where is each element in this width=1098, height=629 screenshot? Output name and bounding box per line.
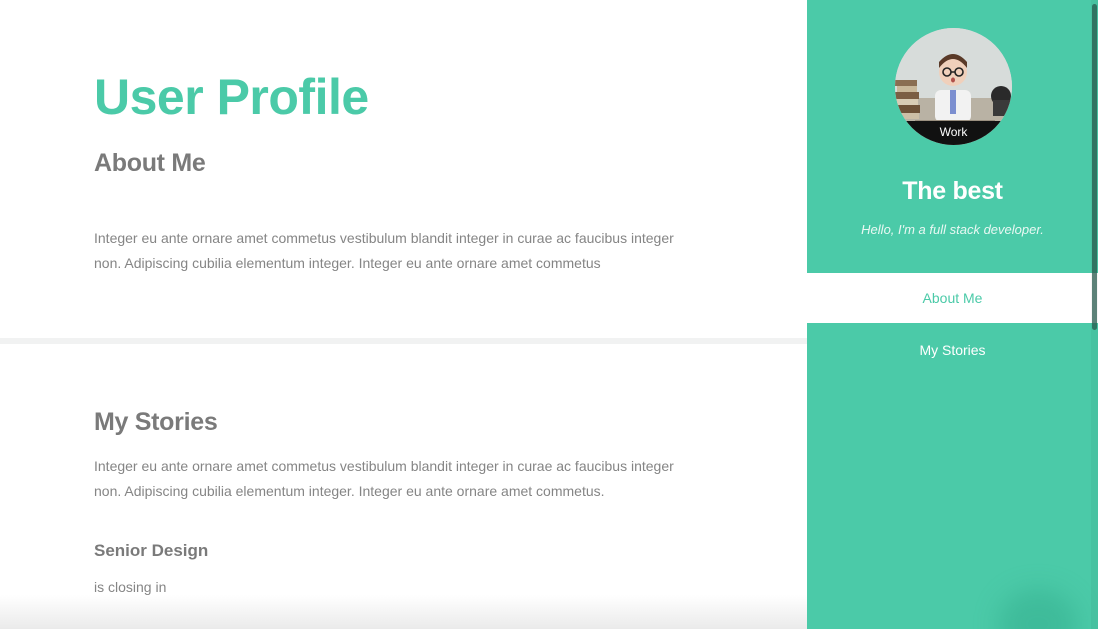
main-content: User Profile About Me Integer eu ante or… (0, 0, 807, 629)
nav-item-my-stories[interactable]: My Stories (807, 325, 1098, 375)
profile-tagline: Hello, I'm a full stack developer. (861, 222, 1044, 237)
stories-text: Integer eu ante ornare amet commetus ves… (94, 458, 674, 499)
avatar-caption: Work (895, 121, 1012, 145)
about-section: User Profile About Me Integer eu ante or… (0, 0, 807, 338)
stories-section: My Stories Integer eu ante ornare amet c… (0, 344, 807, 629)
about-heading: About Me (94, 149, 206, 177)
avatar[interactable]: Work (895, 28, 1012, 145)
profile-page: User Profile About Me Integer eu ante or… (0, 0, 1098, 629)
scrollbar-thumb[interactable] (1092, 4, 1097, 330)
sidebar-shadow (998, 589, 1078, 629)
nav-item-about-me[interactable]: About Me (807, 273, 1098, 323)
scrollbar-track[interactable] (1091, 0, 1098, 629)
profile-name: The best (902, 177, 1003, 205)
sidebar: Work The best Hello, I'm a full stack de… (807, 0, 1098, 629)
about-text: Integer eu ante ornare amet commetus ves… (94, 230, 674, 271)
stories-heading: My Stories (94, 408, 218, 436)
bottom-fade (0, 595, 807, 629)
story-title: Senior Design (94, 541, 209, 560)
page-title: User Profile (94, 69, 369, 125)
